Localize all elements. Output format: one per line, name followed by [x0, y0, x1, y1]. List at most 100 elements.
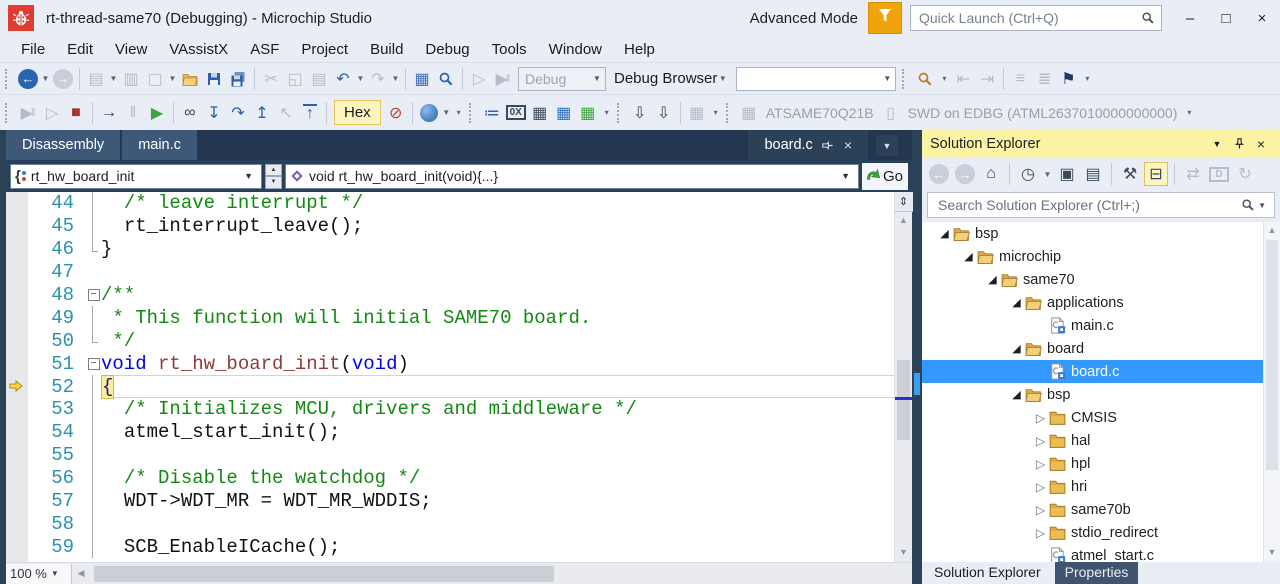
go-button[interactable]: Go — [862, 163, 908, 190]
chevron-down-icon[interactable]: ▼ — [40, 74, 51, 83]
scrollbar-thumb[interactable] — [1266, 240, 1278, 470]
home-button[interactable]: ⌂ — [979, 162, 1003, 186]
solution-explorer-search-box[interactable]: ▼ — [927, 192, 1275, 218]
disassembly-window-button[interactable]: ≔ — [480, 101, 504, 125]
fold-margin[interactable] — [86, 444, 101, 467]
maximize-button[interactable]: □ — [1208, 3, 1244, 33]
pending-changes-filter-button[interactable]: ◷ — [1016, 162, 1040, 186]
properties-button[interactable]: ⚒ — [1118, 162, 1142, 186]
toolbar-overflow-button[interactable]: ▾ — [452, 101, 466, 125]
fold-margin[interactable] — [86, 261, 101, 284]
expander-collapsed-icon[interactable]: ▷ — [1032, 503, 1049, 517]
tab-disassembly[interactable]: Disassembly — [6, 130, 120, 160]
start-without-debugging-button[interactable]: ▶‖ — [491, 67, 515, 91]
toolbar-overflow-button[interactable]: ▾ — [600, 101, 614, 125]
navigate-backward-button[interactable]: ← — [18, 69, 38, 89]
tab-board-c[interactable]: board.c × — [748, 130, 868, 160]
tree-item-atmel-start-c[interactable]: atmel_start.c — [922, 544, 1280, 562]
save-button[interactable] — [202, 67, 226, 91]
window-position-menu-icon[interactable]: ▼ — [1206, 133, 1228, 155]
va-navigate-forward-button[interactable]: ⇥ — [975, 67, 999, 91]
disable-all-breakpoints-button[interactable]: ⊘ — [384, 101, 408, 125]
expander-collapsed-icon[interactable]: ▷ — [1032, 526, 1049, 540]
find-in-files-button[interactable] — [434, 67, 458, 91]
tree-item-microchip[interactable]: ◢microchip — [922, 245, 1280, 268]
tree-item-hpl[interactable]: ▷hpl — [922, 452, 1280, 475]
breakpoints-window-button[interactable]: ∞ — [178, 101, 202, 125]
tree-item-board-c[interactable]: board.c — [922, 360, 1280, 383]
fold-margin[interactable] — [86, 467, 101, 490]
chevron-down-icon[interactable]: ▼ — [390, 74, 401, 83]
spin-up-icon[interactable]: ▲ — [265, 164, 282, 177]
editor-vertical-scrollbar[interactable]: ⇕ ▲ ▼ — [894, 192, 912, 562]
fold-margin[interactable] — [86, 192, 101, 215]
chevron-down-icon[interactable]: ▼ — [1042, 170, 1053, 179]
step-into-button[interactable]: ↧ — [202, 101, 226, 125]
quick-launch-box[interactable] — [910, 5, 1162, 31]
scroll-down-arrow[interactable]: ▼ — [895, 544, 912, 560]
expander-expanded-icon[interactable]: ◢ — [1008, 342, 1025, 355]
quick-launch-input[interactable] — [917, 9, 1141, 27]
scroll-left-arrow[interactable]: ◀ — [72, 568, 90, 579]
editor-zoom-control[interactable]: 100 % ▼ — [6, 564, 72, 584]
pin-icon[interactable] — [1228, 133, 1250, 155]
tree-item-main-c[interactable]: main.c — [922, 314, 1280, 337]
device-programming-button[interactable]: ▦ — [552, 101, 576, 125]
bookmark-button[interactable]: ⚑ — [1056, 67, 1080, 91]
fold-margin[interactable] — [86, 535, 101, 558]
chevron-down-icon[interactable]: ▼ — [837, 171, 854, 181]
menu-debug[interactable]: Debug — [414, 38, 480, 61]
new-file-button[interactable]: ▢ — [143, 67, 167, 91]
add-new-item-button[interactable]: ▥ — [119, 67, 143, 91]
expander-expanded-icon[interactable]: ◢ — [984, 273, 1001, 286]
collapse-box-icon[interactable]: − — [88, 358, 100, 370]
tree-item-bsp[interactable]: ◢bsp — [922, 222, 1280, 245]
navigate-forward-button[interactable]: → — [53, 69, 73, 89]
fold-margin[interactable] — [86, 329, 101, 352]
cut-button[interactable]: ✂ — [259, 67, 283, 91]
toolbar-overflow-button[interactable]: ▾ — [1182, 101, 1196, 125]
tree-item-hri[interactable]: ▷hri — [922, 475, 1280, 498]
tab-solution-explorer[interactable]: Solution Explorer — [924, 562, 1051, 584]
split-editor-handle[interactable]: ⇕ — [895, 192, 913, 212]
minimize-button[interactable]: – — [1172, 3, 1208, 33]
hex-display-toggle[interactable]: Hex — [334, 100, 381, 125]
chevron-down-icon[interactable]: ▼ — [167, 74, 178, 83]
preview-selected-items-button[interactable]: ▤ — [1081, 162, 1105, 186]
run-to-line-button[interactable]: ↑ — [303, 104, 317, 121]
chevron-down-icon[interactable]: ▼ — [355, 74, 366, 83]
break-all-button[interactable]: ‖ — [121, 101, 145, 125]
close-button[interactable]: × — [1244, 3, 1280, 33]
chevron-down-icon[interactable]: ▼ — [589, 74, 605, 83]
close-icon[interactable]: × — [1250, 133, 1272, 155]
toolbar-overflow-button[interactable]: ▾ — [937, 67, 951, 91]
scrollbar-thumb[interactable] — [897, 360, 910, 440]
solution-search-input[interactable] — [936, 196, 1241, 214]
paste-button[interactable]: ▤ — [307, 67, 331, 91]
fold-margin[interactable]: − — [86, 352, 101, 375]
stop-debugging-button[interactable]: ■ — [64, 101, 88, 125]
io-view-button[interactable]: ▦ — [576, 101, 600, 125]
debug-browser-target-combo[interactable]: ▼ — [736, 67, 896, 91]
chevron-down-icon[interactable]: ▼ — [108, 74, 119, 83]
scroll-up-arrow[interactable]: ▲ — [1268, 222, 1277, 238]
start-debug-browser-button[interactable]: D — [1209, 167, 1229, 182]
tree-item-bsp[interactable]: ◢bsp — [922, 383, 1280, 406]
undo-button[interactable]: ↶ — [331, 67, 355, 91]
breakpoint-gutter[interactable] — [6, 192, 28, 562]
format-selection-button[interactable]: ≣ — [1032, 67, 1056, 91]
expander-expanded-icon[interactable]: ◢ — [960, 250, 977, 263]
expander-collapsed-icon[interactable]: ▷ — [1032, 434, 1049, 448]
menu-project[interactable]: Project — [290, 38, 359, 61]
pin-icon[interactable] — [822, 139, 835, 152]
profile-filter-button[interactable] — [868, 2, 902, 34]
toolbar-overflow-button[interactable]: ▾ — [1080, 67, 1094, 91]
menu-file[interactable]: File — [10, 38, 56, 61]
menu-help[interactable]: Help — [613, 38, 666, 61]
step-over-button[interactable]: ↷ — [226, 101, 250, 125]
member-combo[interactable]: void rt_hw_board_init(void){...} ▼ — [285, 164, 859, 189]
tree-item-hal[interactable]: ▷hal — [922, 429, 1280, 452]
menu-view[interactable]: View — [104, 38, 158, 61]
va-navigate-back-button[interactable]: ⇤ — [951, 67, 975, 91]
fold-margin[interactable] — [86, 421, 101, 444]
